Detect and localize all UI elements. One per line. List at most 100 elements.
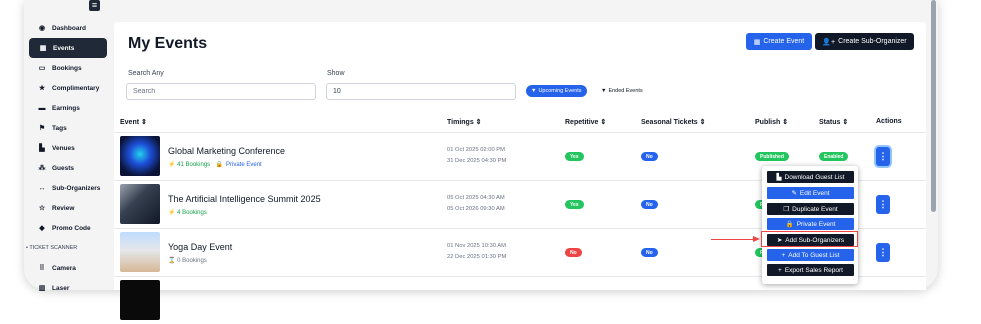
event-start-time: 05 Oct 2025 04:30 AM [447,195,505,201]
create-event-button[interactable]: ▦ Create Event [746,33,812,50]
filter-icon: ▼ [601,88,607,94]
sidebar-item-sub-organizers[interactable]: ↔ Sub-Organizers [24,178,114,198]
annotation-arrow-icon [753,236,760,242]
sidebar-item-label: Guests [52,164,75,172]
private-event-label: Private Event [226,162,262,168]
sidebar: ◉ Dashboard ▦ Events ▭ Bookings ★ Compli… [24,18,114,298]
sidebar-item-guests[interactable]: ⁂ Guests [24,158,114,178]
sidebar-item-dashboard[interactable]: ◉ Dashboard [24,18,114,38]
event-start-time: 01 Oct 2025 02:00 PM [447,147,506,153]
event-thumbnail[interactable] [120,280,160,320]
sidebar-item-promo-code[interactable]: ◆ Promo Code [24,218,114,238]
wallet-icon: ▬ [38,104,46,112]
event-bookings: 41 Bookings [177,162,211,168]
column-header-event[interactable]: Event ⇕ [120,118,147,126]
sidebar-item-complimentary[interactable]: ★ Complimentary [24,78,114,98]
column-header-repetitive[interactable]: Repetitive ⇕ [565,118,606,126]
edit-icon: ✎ [791,190,797,197]
create-event-label: Create Event [763,38,805,45]
event-title[interactable]: Global Marketing Conference [168,146,285,156]
sidebar-item-earnings[interactable]: ▬ Earnings [24,98,114,118]
ticket-icon: ▭ [38,65,46,72]
upcoming-events-label: Upcoming Events [538,88,582,94]
venue-icon: ▙ [39,145,45,152]
add-user-icon: 👤+ [822,38,836,46]
table-header: Event ⇕ Timings ⇕ Repetitive ⇕ Seasonal … [114,114,926,133]
plus-icon: + [778,266,782,274]
sidebar-item-review[interactable]: ☆ Review [24,198,114,218]
create-sub-organizer-button[interactable]: 👤+ Create Sub-Organizer [815,33,914,50]
highlight-box [761,231,858,247]
event-thumbnail[interactable] [120,136,160,176]
column-header-seasonal-tickets[interactable]: Seasonal Tickets ⇕ [641,118,706,126]
event-meta: ⚡ 4 Bookings [168,209,207,216]
sidebar-item-venues[interactable]: ▙ Venues [24,138,114,158]
sidebar-item-label: Review [52,204,75,212]
ended-events-filter[interactable]: ▼ Ended Events [601,85,643,97]
lock-icon: 🔒 [215,162,224,168]
event-end-time: 31 Dec 2025 04:30 PM [447,158,507,164]
menu-item-label: Export Sales Report [784,266,843,274]
sidebar-item-camera[interactable]: ⠿ Camera [24,258,114,278]
bolt-icon: ⚡ [168,162,176,168]
copy-icon: ❐ [783,206,790,213]
menu-item-label: Duplicate Event [792,205,838,213]
show-count-input[interactable] [326,83,516,100]
event-thumbnail[interactable] [120,232,160,272]
sidebar-item-label: Tags [52,124,67,132]
sidebar-item-label: Venues [52,144,75,152]
event-timings: 01 Nov 2025 10:30 AM 22 Dec 2025 01:30 P… [447,241,506,263]
publish-badge[interactable]: Published [755,152,789,161]
promo-code-icon: ◆ [39,225,45,232]
search-label: Search Any [128,70,164,77]
hourglass-icon: ⌛ [168,258,176,264]
sidebar-item-label: Bookings [52,64,82,72]
event-title[interactable]: Yoga Day Event [168,242,232,252]
sidebar-item-label: Laser [52,284,70,292]
actions-button[interactable]: ⋮ [876,147,890,166]
sidebar-item-label: Camera [52,264,76,272]
column-header-timings[interactable]: Timings ⇕ [447,118,482,126]
actions-button[interactable]: ⋮ [876,243,890,262]
menu-item-edit-event[interactable]: ✎ Edit Event [767,187,854,199]
repetitive-badge: Yes [565,200,584,209]
camera-icon: ⠿ [39,265,45,272]
actions-button[interactable]: ⋮ [876,195,890,214]
sidebar-section-ticket-scanner: • TICKET SCANNER [26,245,78,251]
menu-toggle-icon[interactable]: ≡ [89,0,100,11]
event-timings: 05 Oct 2025 04:30 AM 05 Oct 2026 09:30 A… [447,193,505,215]
event-bookings: 0 Bookings [177,258,207,264]
show-label: Show [327,70,345,77]
menu-item-duplicate-event[interactable]: ❐ Duplicate Event [767,203,854,215]
status-badge[interactable]: Enabled [819,152,849,161]
sidebar-item-events[interactable]: ▦ Events [29,38,107,58]
search-input[interactable] [126,83,316,100]
event-title[interactable]: The Artificial Intelligence Summit 2025 [168,194,321,204]
calendar-plus-icon: ▦ [753,38,761,46]
event-start-time: 01 Nov 2025 10:30 AM [447,243,506,249]
calendar-icon: ▦ [39,45,47,52]
event-thumbnail[interactable] [120,184,160,224]
plus-icon: + [781,251,786,259]
column-header-publish[interactable]: Publish ⇕ [755,118,788,126]
ended-events-label: Ended Events [608,88,643,94]
annotation-arrow-line [711,239,755,240]
sidebar-item-bookings[interactable]: ▭ Bookings [24,58,114,78]
event-end-time: 05 Oct 2026 09:30 AM [447,206,505,212]
menu-item-export-sales-report[interactable]: + Export Sales Report [767,264,854,276]
sidebar-item-laser[interactable]: ▥ Laser [24,278,114,298]
menu-item-private-event[interactable]: 🔒 Private Event [767,218,854,230]
sidebar-item-tags[interactable]: ⚑ Tags [24,118,114,138]
upcoming-events-filter[interactable]: ▼ Upcoming Events [526,85,587,97]
guests-icon: ⁂ [38,165,46,172]
page-title: My Events [128,35,208,52]
page-scrollbar[interactable] [931,0,936,212]
seasonal-badge: No [641,200,658,209]
actions-dropdown-menu: ▙ Download Guest List ✎ Edit Event ❐ Dup… [762,166,858,284]
event-end-time: 22 Dec 2025 01:30 PM [447,254,507,260]
menu-item-label: Private Event [796,220,836,228]
event-timings: 01 Oct 2025 02:00 PM 31 Dec 2025 04:30 P… [447,145,506,167]
menu-item-download-guest-list[interactable]: ▙ Download Guest List [767,171,854,183]
menu-item-add-to-guest-list[interactable]: + Add To Guest List [767,249,854,261]
column-header-status[interactable]: Status ⇕ [819,118,848,126]
